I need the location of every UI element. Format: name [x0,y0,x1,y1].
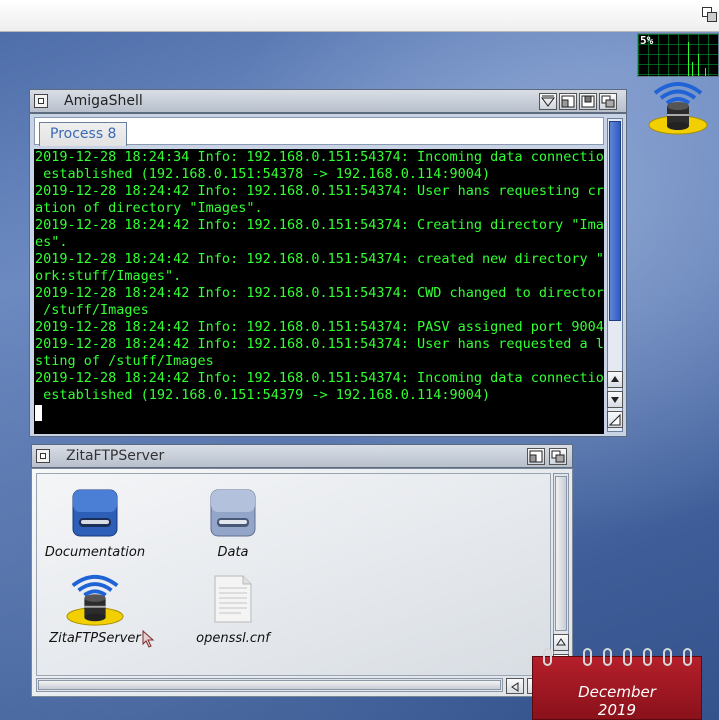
icon-area[interactable]: Documentation Data ZitaFTPServer openssl… [36,473,551,676]
iconify-icon[interactable] [539,93,557,110]
calendar-year: 2019 [597,701,637,719]
console-line: ork:stuff/Images". [35,268,182,284]
mouse-pointer-icon [142,629,156,652]
calendar-ring-icon [643,648,652,666]
window-title: AmigaShell [64,93,143,109]
icon-label: ZitaFTPServer [49,631,141,646]
scrollbar-knob[interactable] [609,121,621,321]
scroll-left-icon[interactable] [506,678,524,694]
console-line: 2019-12-28 18:24:42 Info: 192.168.0.151:… [35,319,604,335]
text-cursor [35,405,42,421]
calendar-ring-icon [683,648,692,666]
resize-icon[interactable] [607,411,623,428]
tab-process[interactable]: Process 8 [39,122,128,146]
console-line: 2019-12-28 18:24:42 Info: 192.168.0.151:… [35,336,604,352]
ftp-server-desktop-icon[interactable] [647,79,709,137]
calendar-ring-icon [583,648,592,666]
window-title: ZitaFTPServer [66,448,165,464]
console-line: /stuff/Images [35,302,149,318]
shell-vertical-scrollbar[interactable] [607,118,623,432]
calendar-page: December 2019 [532,656,702,720]
calendar-ring-icon [663,648,672,666]
process-tabbar: Process 8 [34,117,604,146]
console-line: established (192.168.0.151:54379 -> 192.… [35,387,491,403]
close-icon[interactable] [36,449,50,463]
zoom-icon[interactable] [527,448,545,465]
console-line: established (192.168.0.151:54378 -> 192.… [35,166,491,182]
cpu-percent: 5% [640,34,654,47]
close-icon[interactable] [34,94,48,108]
console-line: es". [35,234,68,250]
console-line: 2019-12-28 18:24:42 Info: 192.168.0.151:… [35,285,604,301]
calendar-ring-icon [543,648,552,666]
calendar-ring-icon [603,648,612,666]
console-line: 2019-12-28 18:24:34 Info: 192.168.0.151:… [35,149,604,165]
console-line: 2019-12-28 18:24:42 Info: 192.168.0.151:… [35,251,604,267]
cpu-load-monitor: 5% [637,33,719,77]
icon-label: openssl.cnf [196,631,270,646]
scroll-down-icon[interactable] [607,391,623,408]
scroll-up-icon[interactable] [607,371,623,388]
icon-label: Documentation [44,545,146,560]
console-prompt[interactable] [34,404,604,421]
console-line: 2019-12-28 18:24:42 Info: 192.168.0.151:… [35,217,604,233]
calendar-month: December [578,683,656,701]
console-line: 2019-12-28 18:24:42 Info: 192.168.0.151:… [35,183,604,199]
ftp-server-icon[interactable]: ZitaFTPServer [49,572,141,652]
calendar-widget[interactable]: December 2019 [532,648,702,720]
screen-depth-icon[interactable] [702,7,717,22]
shell-frame: Process 8 2019-12-28 18:24:34 Info: 192.… [29,113,627,437]
depth-icon[interactable] [599,93,617,110]
calendar-ring-icon [623,648,632,666]
zoom-icon[interactable] [559,93,577,110]
drawer-horizontal-scrollbar[interactable] [36,678,503,692]
drawer-window[interactable]: ZitaFTPServer Documentation Data ZitaFTP… [31,444,573,697]
screen-titlebar [0,0,719,32]
shell-titlebar[interactable]: AmigaShell [29,89,627,113]
scrollbar-knob[interactable] [38,680,501,690]
snapshot-icon[interactable] [579,93,597,110]
depth-icon[interactable] [549,448,567,465]
console-output[interactable]: 2019-12-28 18:24:34 Info: 192.168.0.151:… [34,149,604,434]
shell-window[interactable]: AmigaShell Process 8 2019-12-28 18:24:34… [29,89,627,437]
drawer-vertical-scrollbar[interactable] [553,473,569,672]
drawer-icon[interactable]: Data [201,488,265,568]
text-file-icon[interactable]: openssl.cnf [196,572,270,652]
console-line: ation of directory "Images". [35,200,263,216]
drawer-titlebar[interactable]: ZitaFTPServer [31,444,573,468]
console-line: sting of /stuff/Images [35,353,214,369]
icon-label: Data [217,545,249,560]
drawer-body: Documentation Data ZitaFTPServer openssl… [31,468,573,697]
console-line: 2019-12-28 18:24:42 Info: 192.168.0.151:… [35,370,604,386]
drawer-icon[interactable]: Documentation [45,488,145,568]
scrollbar-knob[interactable] [555,476,567,631]
